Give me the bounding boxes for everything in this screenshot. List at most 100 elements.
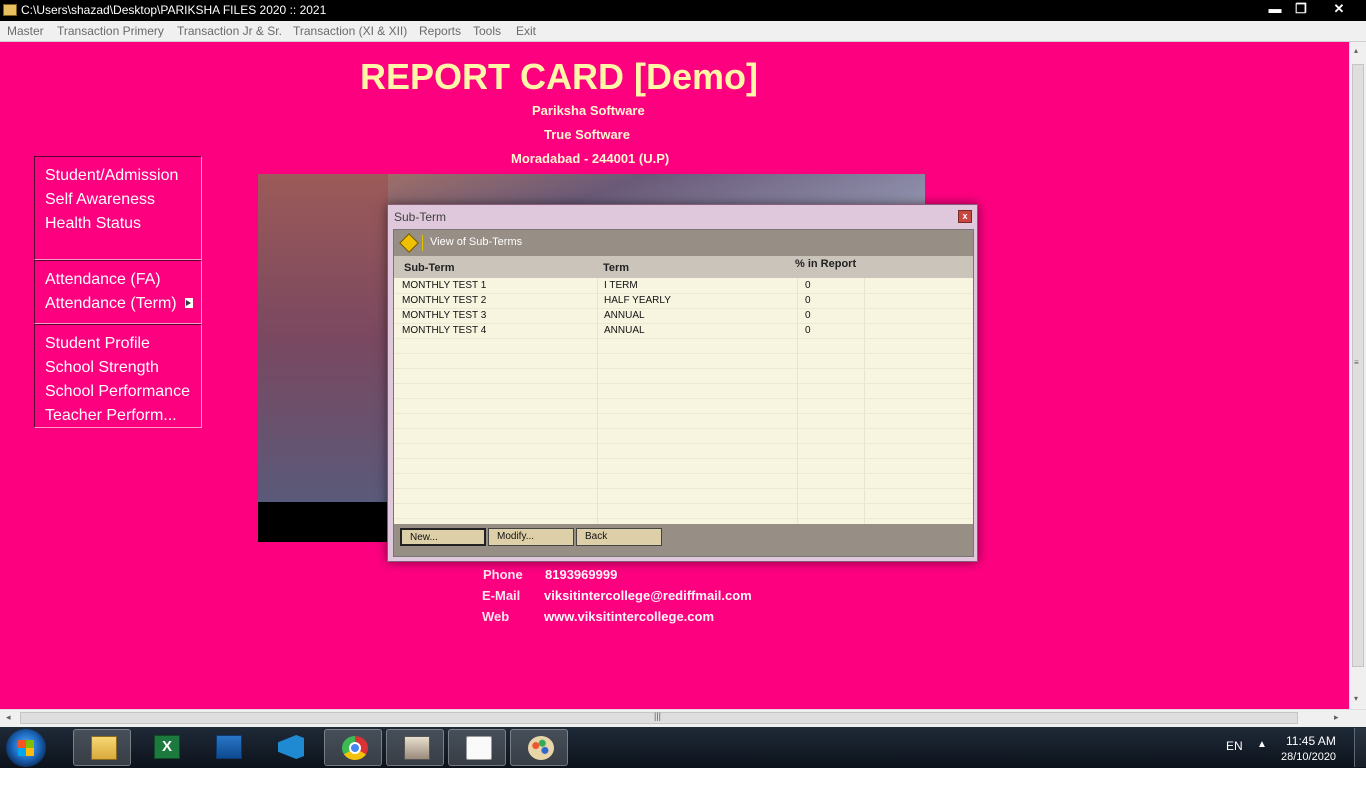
- menu-student-profile[interactable]: Student Profile: [35, 332, 201, 356]
- menu-student-admission[interactable]: Student/Admission: [35, 164, 201, 188]
- menu-attendance-term-label: Attendance (Term): [45, 295, 177, 312]
- dialog-body: View of Sub-Terms Sub-Term Term % in Rep…: [393, 229, 974, 557]
- vertical-scrollbar[interactable]: ▴ ≡ ▾: [1349, 42, 1366, 709]
- table-row[interactable]: MONTHLY TEST 3 ANNUAL 0: [394, 308, 973, 323]
- close-button[interactable]: ✕: [1316, 0, 1362, 18]
- menu-group-student: Student/Admission Self Awareness Health …: [34, 156, 202, 260]
- company-name: True Software: [544, 127, 630, 142]
- taskbar-app[interactable]: [199, 729, 257, 766]
- show-hidden-icons-icon[interactable]: ▲: [1257, 739, 1267, 750]
- grid-line: [394, 383, 973, 384]
- cell-sub-term: MONTHLY TEST 2: [402, 295, 487, 306]
- header-separator: [422, 235, 423, 251]
- window-title-bar: C:\Users\shazad\Desktop\PARIKSHA FILES 2…: [0, 0, 1366, 21]
- menu-group-attendance: Attendance (FA) Attendance (Term): [34, 260, 202, 324]
- menu-transaction-primery[interactable]: Transaction Primery: [57, 24, 164, 38]
- web-value: www.viksitintercollege.com: [544, 609, 715, 624]
- grid-column-header: Sub-Term Term % in Report: [394, 256, 973, 278]
- warning-icon: [399, 233, 419, 253]
- menu-master[interactable]: Master: [7, 24, 44, 38]
- scroll-down-icon[interactable]: ▾: [1354, 694, 1358, 703]
- menu-reports[interactable]: Reports: [419, 24, 461, 38]
- submenu-arrow-icon: [185, 298, 193, 308]
- taskbar-chrome[interactable]: [324, 729, 382, 766]
- dialog-header: View of Sub-Terms: [394, 230, 973, 256]
- cell-term: ANNUAL: [604, 325, 645, 336]
- file-explorer-icon: [91, 736, 117, 760]
- grid-line: [394, 413, 973, 414]
- menu-exit[interactable]: Exit: [516, 24, 536, 38]
- menu-self-awareness[interactable]: Self Awareness: [35, 188, 201, 212]
- app-icon: [216, 735, 242, 759]
- column-sub-term[interactable]: Sub-Term: [404, 262, 455, 274]
- menu-transaction-xi-xii[interactable]: Transaction (XI & XII): [293, 24, 407, 38]
- new-button[interactable]: New...: [400, 528, 486, 546]
- web-label: Web: [482, 609, 510, 624]
- scroll-grip-icon: ≡: [1354, 358, 1359, 367]
- start-button[interactable]: [6, 729, 46, 767]
- clock-date[interactable]: 28/10/2020: [1281, 751, 1336, 763]
- dialog-close-button[interactable]: x: [958, 210, 972, 223]
- menu-school-strength[interactable]: School Strength: [35, 356, 201, 380]
- scroll-left-icon[interactable]: ◂: [6, 712, 11, 723]
- taskbar-pariksha[interactable]: [386, 729, 444, 766]
- sub-term-dialog: Sub-Term x View of Sub-Terms Sub-Term Te…: [387, 204, 978, 562]
- taskbar-excel[interactable]: X: [137, 729, 195, 766]
- horizontal-scrollbar[interactable]: ◂ ||| ▸: [0, 709, 1366, 727]
- vscode-icon: [278, 735, 304, 759]
- phone-value: 8193969999: [545, 567, 618, 582]
- left-menu: Student/Admission Self Awareness Health …: [34, 156, 202, 428]
- column-term[interactable]: Term: [603, 262, 629, 274]
- menu-attendance-term[interactable]: Attendance (Term): [35, 292, 201, 316]
- menu-school-performance[interactable]: School Performance: [35, 380, 201, 404]
- scroll-grip-icon: |||: [654, 711, 662, 721]
- table-row[interactable]: MONTHLY TEST 2 HALF YEARLY 0: [394, 293, 973, 308]
- show-desktop-button[interactable]: [1354, 728, 1366, 767]
- cell-pct: 0: [805, 325, 811, 336]
- taskbar-folder[interactable]: [448, 729, 506, 766]
- menu-transaction-jr-sr[interactable]: Transaction Jr & Sr.: [177, 24, 282, 38]
- menu-tools[interactable]: Tools: [473, 24, 501, 38]
- taskbar-vscode[interactable]: [261, 729, 319, 766]
- cell-sub-term: MONTHLY TEST 4: [402, 325, 487, 336]
- grid-line: [394, 368, 973, 369]
- grid-line: [394, 518, 973, 519]
- scroll-right-icon[interactable]: ▸: [1334, 712, 1339, 723]
- taskbar: X EN ▲ 11:45 AM 28/10/2020: [0, 727, 1366, 768]
- software-name: Pariksha Software: [532, 103, 645, 118]
- scroll-up-icon[interactable]: ▴: [1354, 46, 1358, 55]
- cell-pct: 0: [805, 280, 811, 291]
- restore-button[interactable]: ❐: [1289, 0, 1313, 18]
- cell-term: ANNUAL: [604, 310, 645, 321]
- windows-logo-icon: [18, 740, 34, 756]
- grid-line: [394, 338, 973, 339]
- taskbar-file-explorer[interactable]: [73, 729, 131, 766]
- dialog-header-text: View of Sub-Terms: [430, 236, 523, 248]
- column-pct-in-report[interactable]: % in Report: [795, 258, 856, 270]
- back-button[interactable]: Back: [576, 528, 662, 546]
- minimize-button[interactable]: ▬: [1263, 0, 1287, 18]
- grid-line: [394, 353, 973, 354]
- language-indicator[interactable]: EN: [1226, 739, 1243, 753]
- cell-term: HALF YEARLY: [604, 295, 671, 306]
- menu-health-status[interactable]: Health Status: [35, 212, 201, 236]
- grid-line: [394, 458, 973, 459]
- table-row[interactable]: MONTHLY TEST 1 I TERM 0: [394, 278, 973, 293]
- grid-line: [394, 428, 973, 429]
- cell-pct: 0: [805, 310, 811, 321]
- folder-icon: [466, 736, 492, 760]
- clock-time[interactable]: 11:45 AM: [1286, 734, 1336, 748]
- email-label: E-Mail: [482, 588, 521, 603]
- taskbar-paint[interactable]: [510, 729, 568, 766]
- app-icon: [404, 736, 430, 760]
- email-value: viksitintercollege@rediffmail.com: [544, 588, 752, 603]
- app-icon: [3, 4, 17, 16]
- grid-line: [394, 473, 973, 474]
- photo-image-left: [258, 174, 388, 502]
- menu-attendance-fa[interactable]: Attendance (FA): [35, 268, 201, 292]
- dialog-title: Sub-Term: [394, 210, 447, 224]
- modify-button[interactable]: Modify...: [488, 528, 574, 546]
- table-row[interactable]: MONTHLY TEST 4 ANNUAL 0: [394, 323, 973, 338]
- menu-teacher-performance[interactable]: Teacher Perform...: [35, 404, 201, 428]
- cell-term: I TERM: [604, 280, 638, 291]
